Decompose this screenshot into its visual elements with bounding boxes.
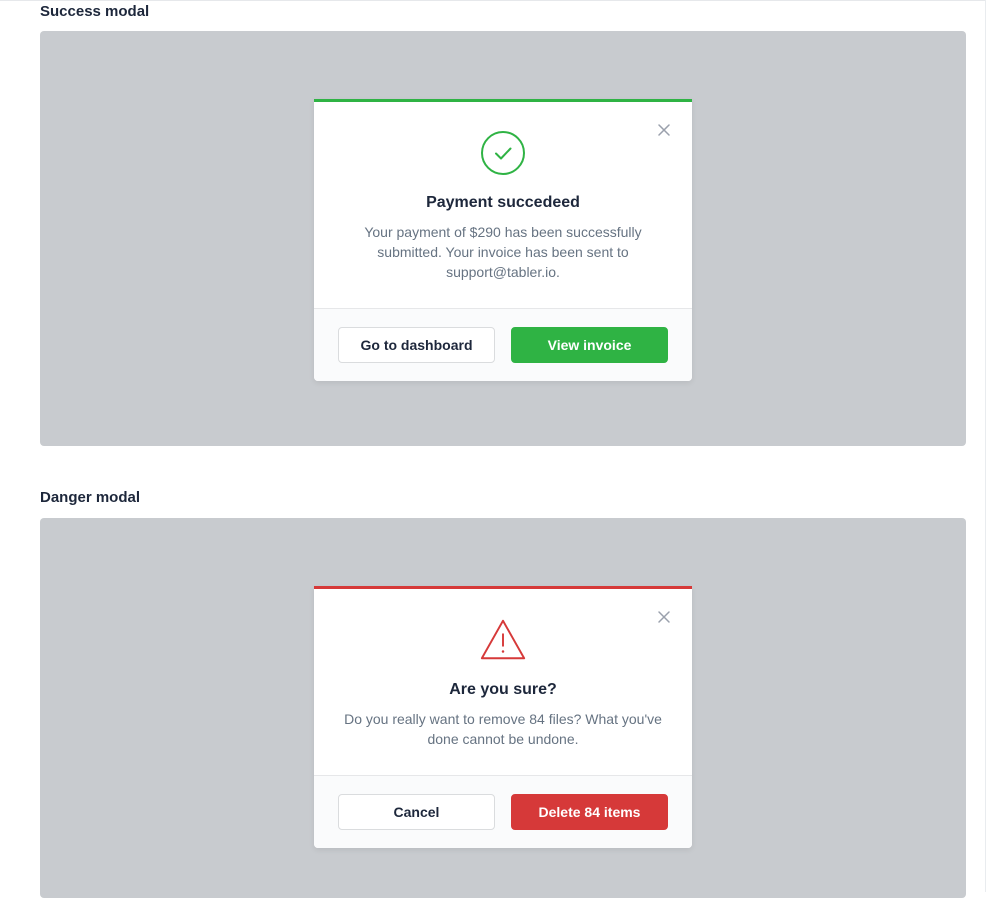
modal-text: Do you really want to remove 84 files? W…: [344, 711, 662, 747]
modal-title: Are you sure?: [449, 681, 557, 698]
view-invoice-button[interactable]: View invoice: [511, 327, 668, 363]
go-to-dashboard-button[interactable]: Go to dashboard: [338, 327, 495, 363]
close-icon[interactable]: [654, 120, 674, 140]
modal-text: Your payment of $290 has been successful…: [364, 224, 642, 280]
scrollbar[interactable]: [985, 0, 998, 892]
cancel-button[interactable]: Cancel: [338, 794, 495, 830]
success-modal: Payment succedeed Your payment of $290 h…: [314, 99, 692, 381]
section-title-success: Success modal: [40, 3, 150, 20]
delete-items-button[interactable]: Delete 84 items: [511, 794, 668, 830]
section-title-danger: Danger modal: [40, 489, 141, 506]
modal-footer: Go to dashboard View invoice: [314, 308, 692, 381]
modal-title: Payment succedeed: [426, 194, 580, 211]
danger-modal: Are you sure? Do you really want to remo…: [314, 586, 692, 848]
circle-check-icon: [478, 128, 528, 178]
success-modal-backdrop: Payment succedeed Your payment of $290 h…: [40, 31, 966, 446]
modal-footer: Cancel Delete 84 items: [314, 775, 692, 848]
alert-triangle-icon: [478, 615, 528, 665]
danger-modal-backdrop: Are you sure? Do you really want to remo…: [40, 518, 966, 898]
close-icon[interactable]: [654, 607, 674, 627]
page-divider: [0, 0, 986, 1]
